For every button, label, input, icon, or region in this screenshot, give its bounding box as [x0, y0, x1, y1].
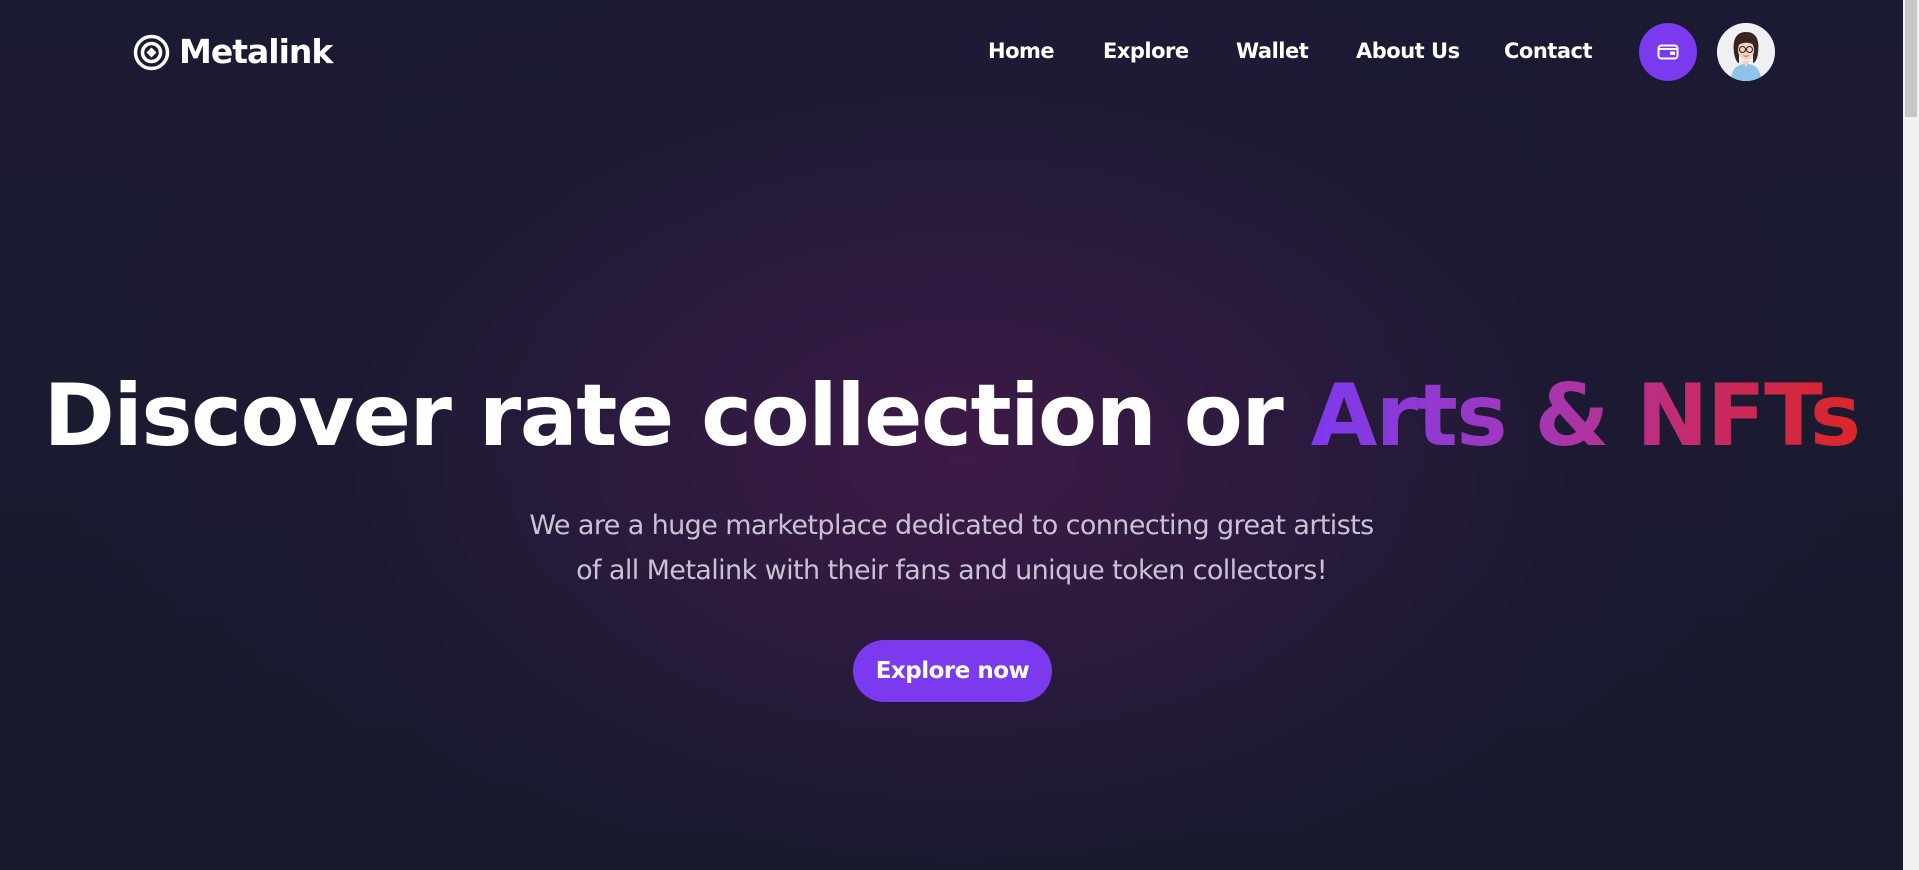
wallet-icon — [1657, 44, 1679, 60]
brand-logo[interactable]: Metalink — [133, 32, 333, 71]
user-avatar-image — [1717, 23, 1775, 81]
user-avatar[interactable] — [1717, 23, 1775, 81]
hero-subtitle-line-1: We are a huge marketplace dedicated to c… — [529, 510, 1374, 541]
hero-subtitle: We are a huge marketplace dedicated to c… — [0, 503, 1903, 593]
nav-item-explore[interactable]: Explore — [1103, 36, 1189, 66]
explore-now-button[interactable]: Explore now — [853, 640, 1052, 702]
wallet-button[interactable] — [1639, 23, 1697, 81]
hero-title-main: Discover rate collection or — [43, 366, 1311, 466]
nav-item-wallet[interactable]: Wallet — [1236, 36, 1309, 66]
scrollbar-thumb[interactable] — [1905, 0, 1917, 117]
hero-subtitle-line-2: of all Metalink with their fans and uniq… — [576, 555, 1327, 586]
site-header: Metalink Home Explore Wallet About Us Co… — [0, 0, 1903, 104]
nav-item-contact[interactable]: Contact — [1504, 36, 1593, 66]
nav-item-home[interactable]: Home — [988, 36, 1055, 66]
page: Metalink Home Explore Wallet About Us Co… — [0, 0, 1919, 870]
hero-title: Discover rate collection or Arts & NFTs — [0, 366, 1903, 466]
nav-item-about-us[interactable]: About Us — [1356, 36, 1460, 66]
target-ring-icon — [133, 34, 170, 70]
scrollbar-track[interactable] — [1903, 0, 1919, 870]
hero-title-highlight: Arts & NFTs — [1310, 366, 1861, 466]
brand-name: Metalink — [179, 32, 333, 71]
